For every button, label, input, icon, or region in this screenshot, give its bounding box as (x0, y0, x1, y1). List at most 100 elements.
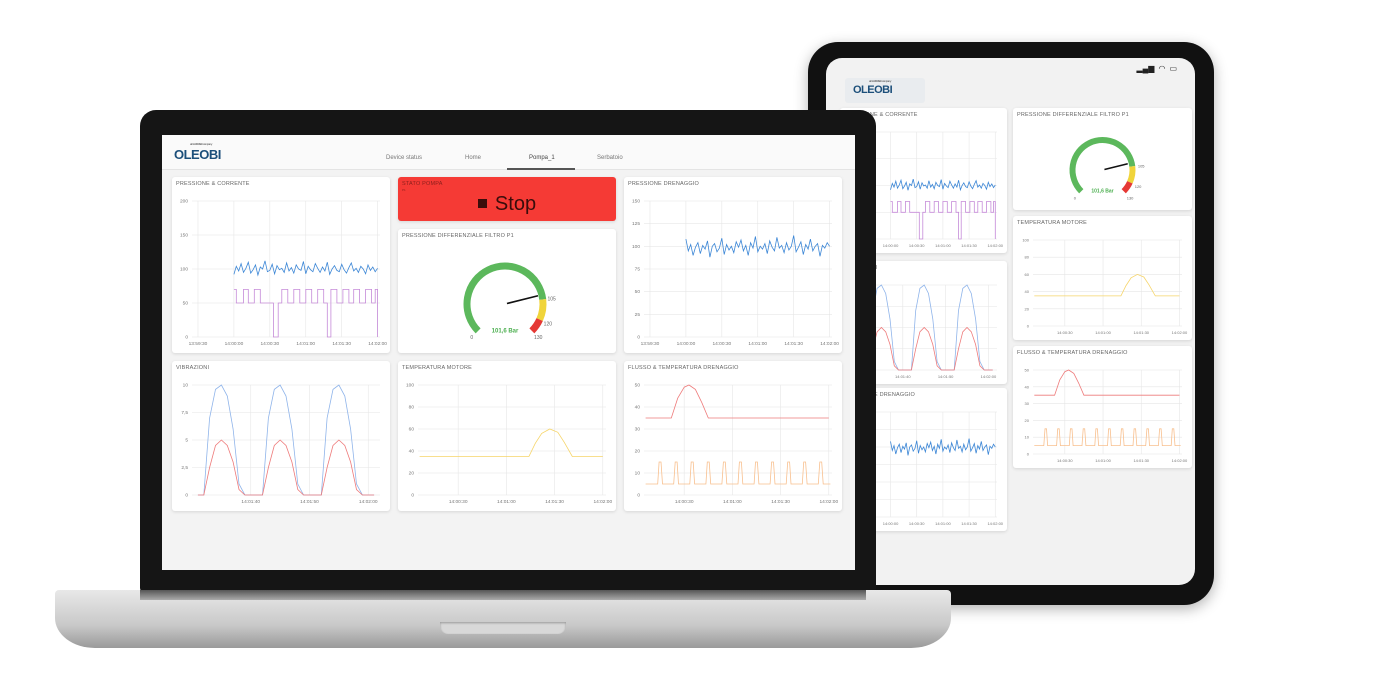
y-tick-label: 40 (635, 405, 641, 411)
y-tick-label: 50 (635, 383, 641, 389)
chart-card-vibrazioni: VIBRAZIONI02,557,51014:01:4014:01:5014:0… (172, 361, 390, 511)
gauge-tick-label: 105 (1138, 163, 1145, 168)
y-tick-label: 40 (1025, 384, 1030, 389)
y-tick-label: 100 (1022, 238, 1029, 243)
x-tick-label: 14:00:00 (225, 341, 244, 347)
x-tick-label: 14:01:30 (545, 499, 564, 505)
logo[interactable]: a FLUIDMEC company OLEOBI (174, 142, 221, 162)
x-tick-label: 14:01:50 (300, 499, 319, 505)
gauge-svg: 0 105 120 130 101,6 Bar (1069, 137, 1145, 201)
x-tick-label: 14:00:00 (677, 341, 696, 347)
tab-pompa-1[interactable]: Pompa_1 (529, 155, 555, 161)
x-tick-label: 14:01:40 (241, 499, 260, 505)
y-tick-label: 2,5 (181, 465, 188, 471)
y-tick-label: 25 (635, 312, 641, 318)
gauge-card: PRESSIONE DIFFERENZIALE FILTRO P1 0 105 120… (1013, 108, 1192, 210)
tab-serbatoio[interactable]: Serbatoio (597, 155, 623, 161)
y-tick-label: 0 (411, 493, 414, 499)
y-tick-label: 5 (185, 438, 188, 444)
y-tick-label: 10 (635, 471, 641, 477)
x-tick-label: 14:02:00 (368, 341, 387, 347)
battery-icon: ▭ (1169, 64, 1177, 73)
y-tick-label: 200 (180, 199, 188, 205)
laptop-device: a FLUIDMEC company OLEOBI Device status H… (140, 110, 876, 592)
y-tick-label: 40 (1025, 289, 1030, 294)
chart-svg: 0 20 40 60 80 100 14:00:30 14:01:00 14:01:30 14:0… (406, 383, 612, 506)
gauge-tick-label: 105 (547, 296, 556, 302)
tab-home[interactable]: Home (465, 155, 481, 161)
x-tick-label: 14:02:00 (359, 499, 378, 505)
x-tick-label: 14:01:30 (1133, 330, 1149, 335)
gauge-card: PRESSIONE DIFFERENZIALE FILTRO P1 0 105 120… (398, 229, 616, 353)
chart-card-temperatura-motore: TEMPERATURA MOTORE 0 20 40 60 80 100 14:00:30 14… (1013, 216, 1192, 340)
logo-tagline: a FLUIDMEC company (190, 142, 212, 146)
x-tick-label: 14:00:30 (909, 243, 925, 248)
x-tick-label: 14:00:30 (449, 499, 468, 505)
gauge-tick-label: 0 (1074, 196, 1077, 201)
x-tick-label: 14:01:00 (935, 243, 951, 248)
card-subtitle: P1 (402, 188, 406, 192)
wifi-icon: ◠ (1158, 64, 1166, 73)
stop-square-icon (477, 199, 487, 208)
y-tick-label: 7,5 (181, 410, 188, 416)
y-tick-label: 80 (409, 405, 415, 411)
gauge-tick-label: 0 (470, 335, 473, 341)
tablet-logo-box[interactable]: a FLUIDMEC company OLEOBI (845, 78, 925, 103)
gauge-value: 101,6 Bar (492, 329, 519, 335)
series-line-0 (1034, 369, 1180, 396)
y-tick-label: 0 (1027, 324, 1030, 329)
x-tick-label: 14:01:00 (296, 341, 315, 347)
chart-svg: 0 10 20 30 40 50 14:00:30 14:01:00 14:01:30 14:02… (635, 383, 839, 506)
x-tick-label: 14:00:30 (909, 521, 925, 526)
x-tick-label: 14:01:30 (961, 521, 977, 526)
chart-svg: 0 50 100 150 200 13:59:30 14:00:00 14:00:30 14:0… (180, 199, 387, 348)
y-tick-label: 10 (1025, 435, 1030, 440)
y-tick-label: 10 (183, 383, 189, 389)
y-tick-label: 100 (180, 267, 188, 273)
chart-card-pressione-drenaggio: PRESSIONE DRENAGGIO025507510012515013:59… (624, 177, 842, 353)
gauge-segment (1127, 166, 1136, 184)
tab-device-status[interactable]: Device status (386, 155, 422, 161)
x-tick-label: 14:01:00 (935, 521, 951, 526)
y-tick-label: 20 (1025, 418, 1030, 423)
y-tick-label: 0 (185, 335, 188, 341)
chart-card-pressione-corrente: PRESSIONE & CORRENTE05010015020013:59:30… (172, 177, 390, 353)
y-tick-label: 150 (180, 233, 188, 239)
x-tick-label: 14:01:50 (938, 374, 954, 379)
chart-svg: 0 10 20 30 40 50 14:00:30 14:01:00 14:01:30 14:02… (1025, 368, 1188, 464)
x-tick-label: 14:01:30 (771, 499, 790, 505)
laptop-hinge (140, 590, 866, 600)
y-tick-label: 0 (637, 335, 640, 341)
pump-status-card: STATO POMPA P1 Stop (398, 177, 616, 221)
status-bar: ▂▄▆ ◠ ▭ (1136, 64, 1177, 73)
x-tick-label: 14:01:00 (748, 341, 767, 347)
chart-card-flusso-temperatura: FLUSSO & TEMPERATURA DRENAGGIO 0 10 20 30 40 5… (1013, 346, 1192, 468)
pump-state-text: Stop (494, 193, 537, 215)
y-tick-label: 0 (637, 493, 640, 499)
x-tick-label: 14:02:00 (981, 374, 997, 379)
x-tick-label: 14:01:00 (1095, 458, 1111, 463)
gauge-segment (463, 262, 547, 334)
y-tick-label: 50 (1025, 368, 1030, 373)
x-tick-label: 14:02:00 (1172, 330, 1188, 335)
y-tick-label: 50 (183, 301, 189, 307)
y-tick-label: 0 (1027, 452, 1030, 457)
gauge-tick-label: 130 (534, 335, 543, 341)
y-tick-label: 100 (632, 244, 640, 250)
logo-tagline: a FLUIDMEC company (869, 79, 891, 83)
y-tick-label: 20 (1025, 306, 1030, 311)
gauge-tick-label: 130 (1127, 196, 1134, 201)
chart-svg: 0 2,5 5 7,5 10 14:01:40 14:01:50 14:02:00 (181, 383, 380, 505)
gauge-needle (506, 295, 539, 305)
x-tick-label: 13:59:30 (189, 341, 208, 347)
gauge-value: 101,6 Bar (1091, 189, 1113, 195)
x-tick-label: 14:00:00 (883, 521, 899, 526)
x-tick-label: 14:00:30 (260, 341, 279, 347)
chart-card-flusso-temperatura: FLUSSO & TEMPERATURA DRENAGGIO 0 10 20 30 40 5… (624, 361, 842, 511)
header: a FLUIDMEC company OLEOBI Device status H… (162, 135, 855, 170)
x-tick-label: 14:01:40 (895, 374, 911, 379)
gauge-segment (536, 298, 547, 322)
x-tick-label: 14:01:00 (497, 499, 516, 505)
series-line-0 (645, 384, 829, 419)
y-tick-label: 40 (409, 449, 415, 455)
